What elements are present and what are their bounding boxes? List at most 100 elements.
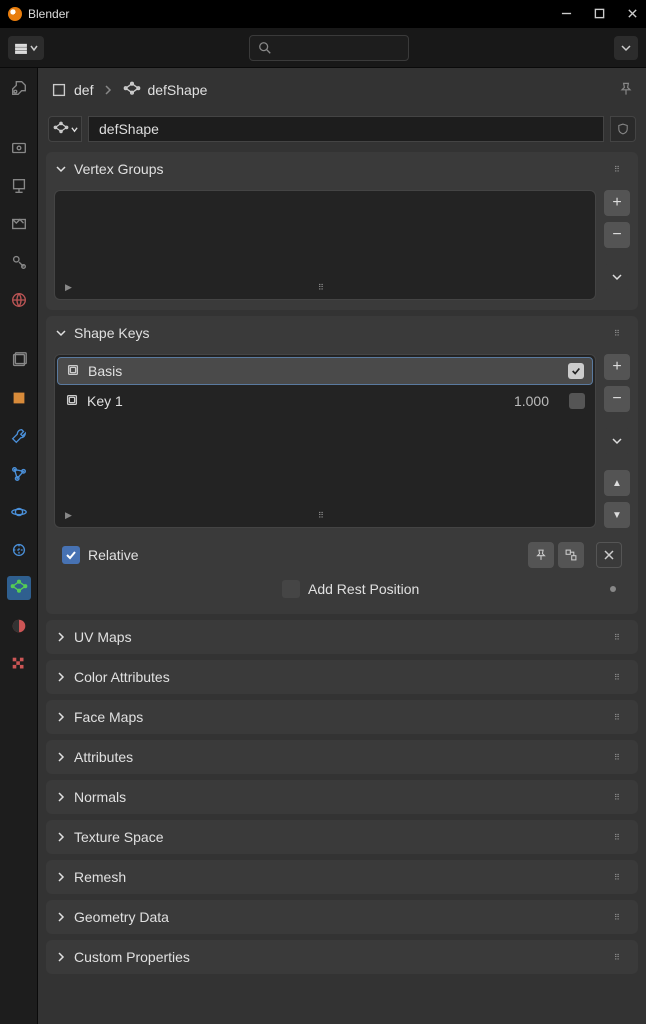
- grip-icon[interactable]: ⠿: [318, 283, 332, 292]
- chevron-right-icon: [56, 670, 66, 685]
- panel-title: Custom Properties: [74, 949, 614, 965]
- shape-keys-list[interactable]: Basis Key 1 1.000 ▶ ⠿: [54, 354, 596, 528]
- breadcrumb-mesh[interactable]: defShape: [123, 81, 207, 99]
- shape-key-pin-button[interactable]: [528, 542, 554, 568]
- render-tab-icon[interactable]: [7, 136, 31, 160]
- mesh-datablock-dropdown[interactable]: [48, 116, 82, 142]
- panel-header[interactable]: Custom Properties ⠿: [46, 940, 638, 974]
- grip-icon[interactable]: ⠿: [614, 793, 628, 802]
- pin-button[interactable]: [618, 81, 634, 100]
- grip-icon[interactable]: ⠿: [614, 873, 628, 882]
- add-rest-position-checkbox[interactable]: [282, 580, 300, 598]
- grip-icon[interactable]: ⠿: [318, 511, 332, 520]
- chevron-down-icon: [56, 326, 66, 341]
- grip-icon[interactable]: ⠿: [614, 329, 628, 338]
- shape-key-icon: [66, 363, 80, 380]
- panel-header[interactable]: Geometry Data ⠿: [46, 900, 638, 934]
- datablock-breadcrumb: def defShape: [38, 68, 646, 112]
- move-shape-key-down-button[interactable]: ▼: [604, 502, 630, 528]
- window-title: Blender: [28, 7, 69, 21]
- search-icon: [258, 41, 272, 55]
- vertex-groups-panel: Vertex Groups ⠿ ▶ ⠿ + −: [46, 152, 638, 310]
- blender-logo-icon: [8, 7, 22, 21]
- constraints-tab-icon[interactable]: [7, 538, 31, 562]
- face-maps-panel: Face Maps ⠿: [46, 700, 638, 734]
- collection-tab-icon[interactable]: [7, 348, 31, 372]
- panel-title: Attributes: [74, 749, 614, 765]
- panel-header[interactable]: Color Attributes ⠿: [46, 660, 638, 694]
- grip-icon[interactable]: ⠿: [614, 713, 628, 722]
- grip-icon[interactable]: ⠿: [614, 833, 628, 842]
- grip-icon[interactable]: ⠿: [614, 753, 628, 762]
- grip-icon[interactable]: ⠿: [614, 953, 628, 962]
- search-input[interactable]: [249, 35, 409, 61]
- close-button[interactable]: [627, 7, 638, 22]
- editor-type-dropdown[interactable]: [8, 36, 44, 60]
- panel-title: Geometry Data: [74, 909, 614, 925]
- grip-icon[interactable]: ⠿: [614, 673, 628, 682]
- relative-checkbox[interactable]: [62, 546, 80, 564]
- shape-key-specials-button[interactable]: [604, 428, 630, 454]
- modifiers-tab-icon[interactable]: [7, 424, 31, 448]
- shape-key-mute-checkbox[interactable]: [569, 393, 585, 409]
- expand-icon[interactable]: ▶: [65, 282, 72, 293]
- shape-key-value: 1.000: [514, 393, 549, 409]
- expand-icon[interactable]: ▶: [65, 510, 72, 521]
- physics-tab-icon[interactable]: [7, 500, 31, 524]
- move-shape-key-up-button[interactable]: ▲: [604, 470, 630, 496]
- scene-tab-icon[interactable]: [7, 250, 31, 274]
- add-rest-position-label: Add Rest Position: [308, 581, 419, 597]
- shape-key-row[interactable]: Key 1 1.000: [55, 387, 595, 415]
- shape-keys-panel-header[interactable]: Shape Keys ⠿: [46, 316, 638, 350]
- panel-title: Texture Space: [74, 829, 614, 845]
- mesh-name-field[interactable]: [88, 116, 604, 142]
- chevron-right-icon: [103, 83, 113, 98]
- mesh-icon: [123, 81, 141, 99]
- shape-key-mute-checkbox[interactable]: [568, 363, 584, 379]
- panel-title: UV Maps: [74, 629, 614, 645]
- vertex-groups-panel-header[interactable]: Vertex Groups ⠿: [46, 152, 638, 186]
- shape-key-edit-mode-button[interactable]: [558, 542, 584, 568]
- panel-header[interactable]: Attributes ⠿: [46, 740, 638, 774]
- minimize-button[interactable]: [561, 7, 572, 22]
- texture-space-panel: Texture Space ⠿: [46, 820, 638, 854]
- particles-tab-icon[interactable]: [7, 462, 31, 486]
- panel-header[interactable]: Texture Space ⠿: [46, 820, 638, 854]
- grip-icon[interactable]: ⠿: [614, 633, 628, 642]
- panel-header[interactable]: Remesh ⠿: [46, 860, 638, 894]
- custom-properties-panel: Custom Properties ⠿: [46, 940, 638, 974]
- chevron-right-icon: [56, 750, 66, 765]
- remove-shape-key-button[interactable]: −: [604, 386, 630, 412]
- vertex-groups-list[interactable]: ▶ ⠿: [54, 190, 596, 300]
- breadcrumb-object[interactable]: def: [50, 81, 93, 99]
- panel-header[interactable]: UV Maps ⠿: [46, 620, 638, 654]
- grip-icon[interactable]: ⠿: [614, 165, 628, 174]
- panel-title: Normals: [74, 789, 614, 805]
- texture-tab-icon[interactable]: [7, 652, 31, 676]
- world-tab-icon[interactable]: [7, 288, 31, 312]
- viewlayer-tab-icon[interactable]: [7, 212, 31, 236]
- fake-user-button[interactable]: [610, 116, 636, 142]
- chevron-right-icon: [56, 950, 66, 965]
- attributes-panel: Attributes ⠿: [46, 740, 638, 774]
- shape-key-clear-button[interactable]: [596, 542, 622, 568]
- tool-tab-icon[interactable]: [7, 76, 31, 100]
- chevron-down-icon: [56, 162, 66, 177]
- remove-vertex-group-button[interactable]: −: [604, 222, 630, 248]
- vertex-group-specials-button[interactable]: [604, 264, 630, 290]
- shape-key-icon: [65, 393, 79, 410]
- mesh-data-tab-icon[interactable]: [7, 576, 31, 600]
- panel-header[interactable]: Face Maps ⠿: [46, 700, 638, 734]
- add-vertex-group-button[interactable]: +: [604, 190, 630, 216]
- shape-key-row[interactable]: Basis: [57, 357, 593, 385]
- grip-icon[interactable]: ⠿: [614, 913, 628, 922]
- maximize-button[interactable]: [594, 7, 605, 22]
- panel-header[interactable]: Normals ⠿: [46, 780, 638, 814]
- options-dropdown-button[interactable]: [614, 36, 638, 60]
- object-tab-icon[interactable]: [7, 386, 31, 410]
- add-shape-key-button[interactable]: +: [604, 354, 630, 380]
- status-dot-icon: [610, 586, 616, 592]
- output-tab-icon[interactable]: [7, 174, 31, 198]
- material-tab-icon[interactable]: [7, 614, 31, 638]
- normals-panel: Normals ⠿: [46, 780, 638, 814]
